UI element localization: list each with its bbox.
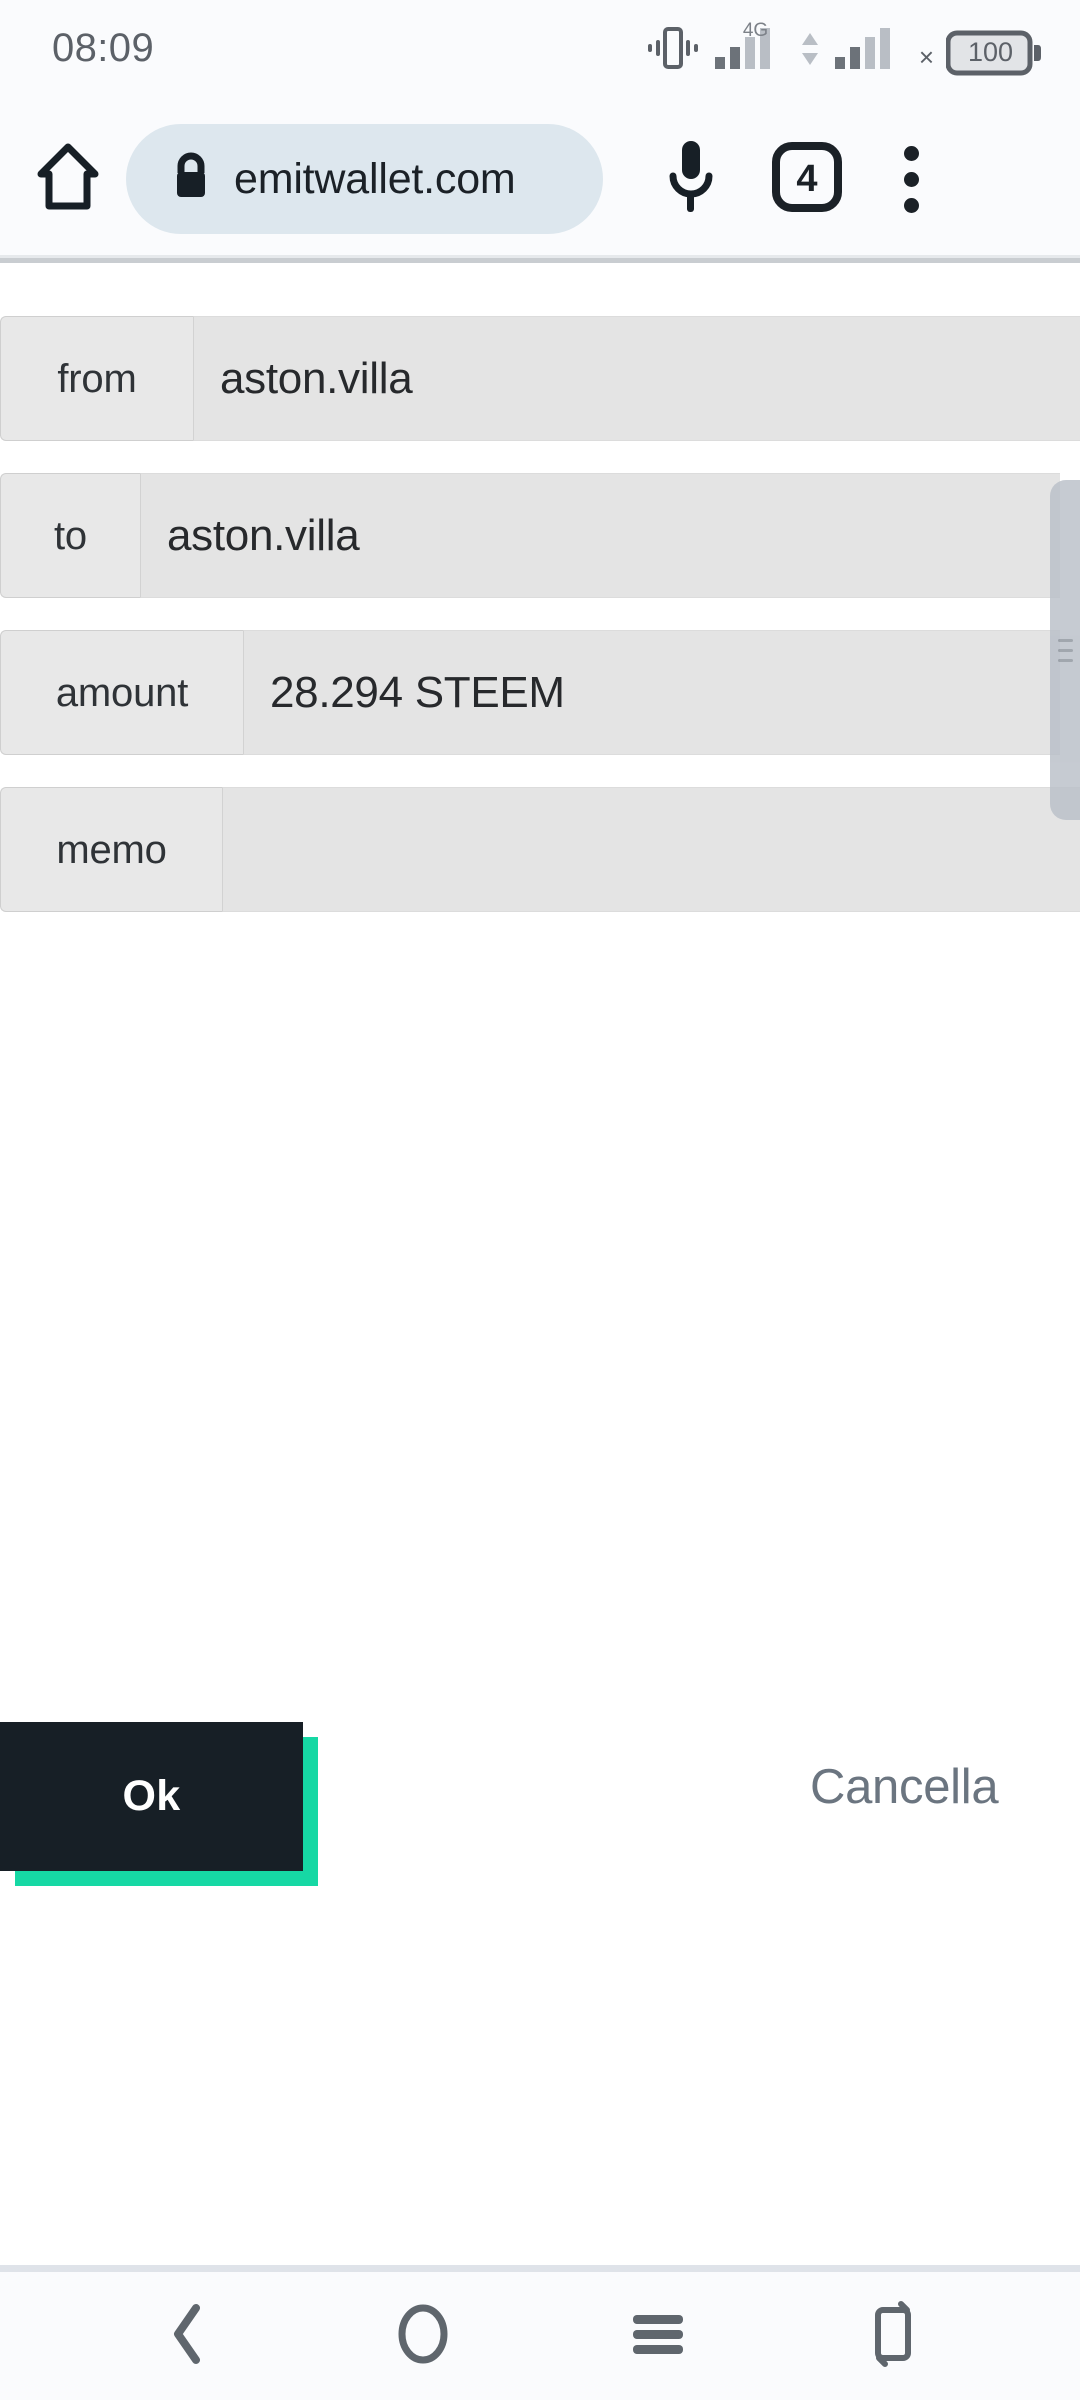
field-label-amount: amount bbox=[0, 630, 243, 755]
battery-percent-label: 100 bbox=[967, 36, 1014, 67]
tab-switcher-button[interactable]: 4 bbox=[755, 140, 859, 219]
field-input-from[interactable]: aston.villa bbox=[193, 316, 1080, 441]
field-row: memo bbox=[0, 787, 1080, 912]
ok-button[interactable]: Ok bbox=[0, 1722, 303, 1871]
nav-rotate-button[interactable] bbox=[775, 2272, 1010, 2400]
rotate-screen-icon bbox=[867, 2300, 919, 2372]
url-text: emitwallet.com bbox=[234, 154, 516, 203]
network-type-label: 4G bbox=[742, 19, 769, 41]
form-actions: Ok Cancella bbox=[0, 963, 1080, 1886]
browser-toolbar: emitwallet.com 4 bbox=[0, 100, 1080, 258]
signal-bars-icon bbox=[833, 25, 907, 76]
lock-icon bbox=[170, 151, 212, 208]
page-scrollbar-thumb[interactable] bbox=[1050, 480, 1080, 820]
nav-home-button[interactable] bbox=[305, 2272, 540, 2400]
field-value-to: aston.villa bbox=[167, 510, 360, 560]
no-sim-x-icon: × bbox=[918, 41, 934, 72]
data-transfer-icon bbox=[797, 25, 823, 76]
recents-menu-icon bbox=[631, 2313, 685, 2360]
drag-grip-icon bbox=[1057, 638, 1073, 662]
field-row: to aston.villa bbox=[0, 473, 1060, 598]
field-input-memo[interactable] bbox=[222, 787, 1080, 912]
battery-icon: 100 bbox=[945, 30, 1042, 76]
status-clock: 08:09 bbox=[52, 26, 155, 70]
nav-bar-divider bbox=[0, 2265, 1080, 2272]
cancel-button[interactable]: Cancella bbox=[800, 1753, 1008, 1822]
field-input-amount[interactable]: 28.294 STEEM bbox=[243, 630, 1060, 755]
nav-recents-button[interactable] bbox=[540, 2272, 775, 2400]
back-chevron-icon bbox=[166, 2303, 210, 2370]
system-nav-bar bbox=[0, 2272, 1080, 2400]
field-row: from aston.villa bbox=[0, 316, 1080, 441]
browser-menu-button[interactable] bbox=[859, 145, 963, 213]
tab-count-label: 4 bbox=[796, 158, 818, 200]
field-row: amount 28.294 STEEM bbox=[0, 630, 1060, 755]
microphone-icon bbox=[665, 138, 717, 221]
field-label-from: from bbox=[0, 316, 193, 441]
field-value-amount: 28.294 STEEM bbox=[270, 667, 565, 717]
vibrate-icon bbox=[643, 25, 703, 76]
overflow-menu-icon bbox=[903, 145, 919, 213]
field-input-to[interactable]: aston.villa bbox=[140, 473, 1060, 598]
home-button[interactable] bbox=[0, 142, 122, 217]
url-bar[interactable]: emitwallet.com bbox=[126, 124, 603, 234]
signal-bars-icon: 4G bbox=[713, 21, 787, 76]
phone-screen: 08:09 4G × 100 emitwallet.com 4 from ast… bbox=[0, 0, 1080, 2400]
nav-back-button[interactable] bbox=[70, 2272, 305, 2400]
home-circle-icon bbox=[393, 2301, 453, 2372]
voice-search-button[interactable] bbox=[627, 138, 755, 221]
home-icon bbox=[35, 142, 101, 217]
field-label-memo: memo bbox=[0, 787, 222, 912]
status-icon-tray: 4G × 100 bbox=[643, 21, 1042, 76]
status-bar: 08:09 4G × 100 bbox=[0, 0, 1080, 100]
field-label-to: to bbox=[0, 473, 140, 598]
field-value-from: aston.villa bbox=[220, 353, 413, 403]
web-page-content: from aston.villa to aston.villa amount 2… bbox=[0, 263, 1080, 2239]
